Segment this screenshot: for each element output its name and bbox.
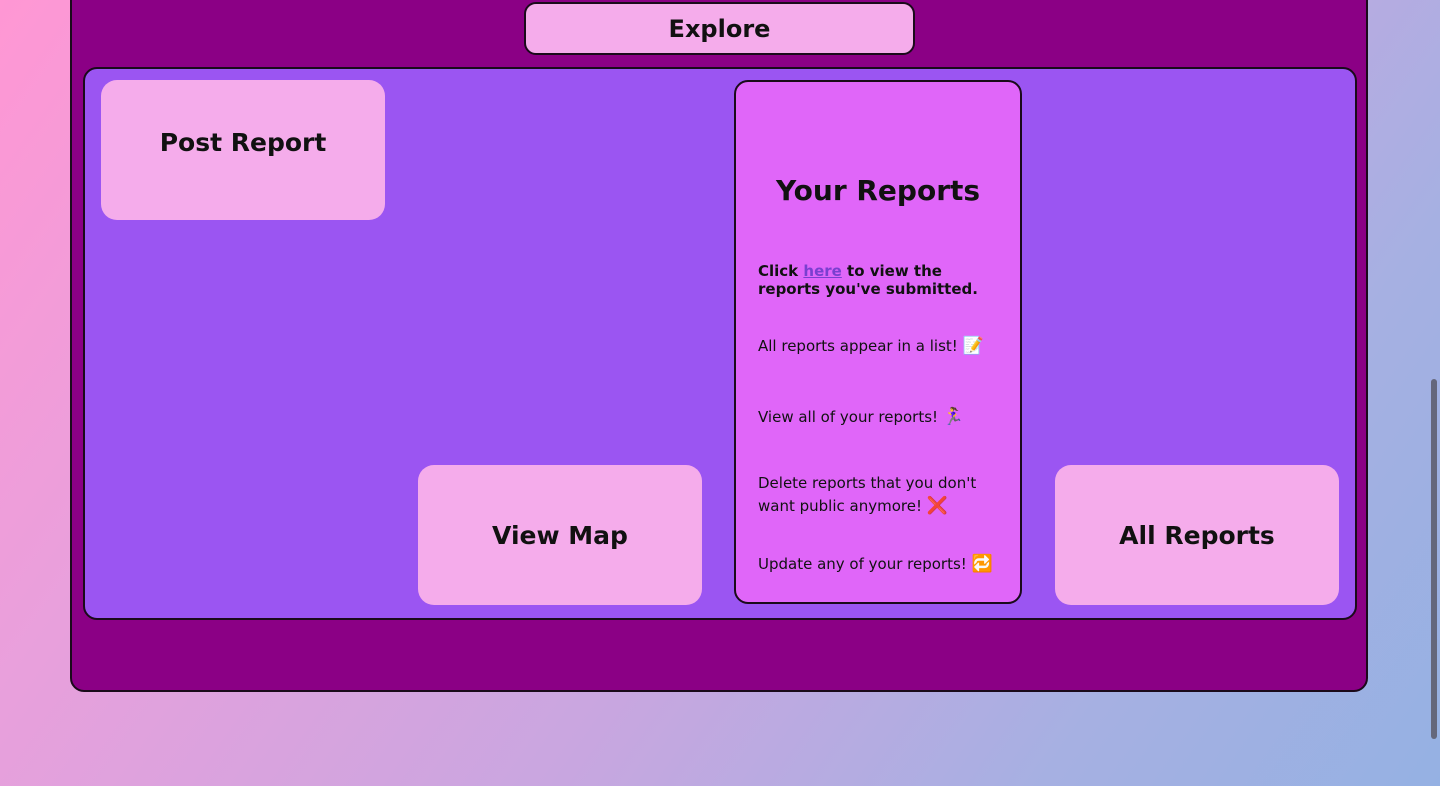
all-reports-card[interactable]: All Reports bbox=[1055, 465, 1339, 605]
feature-list-item: All reports appear in a list! 📝 bbox=[758, 335, 1008, 358]
feature-text: View all of your reports! bbox=[758, 408, 943, 426]
repeat-icon: 🔁 bbox=[971, 554, 993, 574]
feature-view-item: View all of your reports! 🏃‍♀️ bbox=[758, 406, 1008, 429]
memo-icon: 📝 bbox=[962, 336, 984, 356]
view-map-card[interactable]: View Map bbox=[418, 465, 702, 605]
cross-mark-icon: ❌ bbox=[926, 496, 948, 516]
explore-button[interactable]: Explore bbox=[524, 2, 915, 55]
page-scrollbar[interactable] bbox=[1431, 379, 1437, 739]
woman-running-icon: 🏃‍♀️ bbox=[942, 407, 964, 427]
feature-update-item: Update any of your reports! 🔁 bbox=[758, 553, 1008, 576]
your-reports-intro: Click here to view the reports you've su… bbox=[758, 262, 1008, 298]
here-link[interactable]: here bbox=[803, 262, 841, 280]
post-report-card[interactable]: Post Report bbox=[101, 80, 385, 220]
your-reports-title: Your Reports bbox=[775, 174, 981, 207]
your-reports-card[interactable]: Your Reports Click here to view the repo… bbox=[734, 80, 1022, 604]
feature-text: Update any of your reports! bbox=[758, 555, 972, 573]
feature-text: All reports appear in a list! bbox=[758, 337, 963, 355]
intro-prefix: Click bbox=[758, 262, 804, 280]
feature-delete-item: Delete reports that you don't want publi… bbox=[758, 472, 1008, 518]
